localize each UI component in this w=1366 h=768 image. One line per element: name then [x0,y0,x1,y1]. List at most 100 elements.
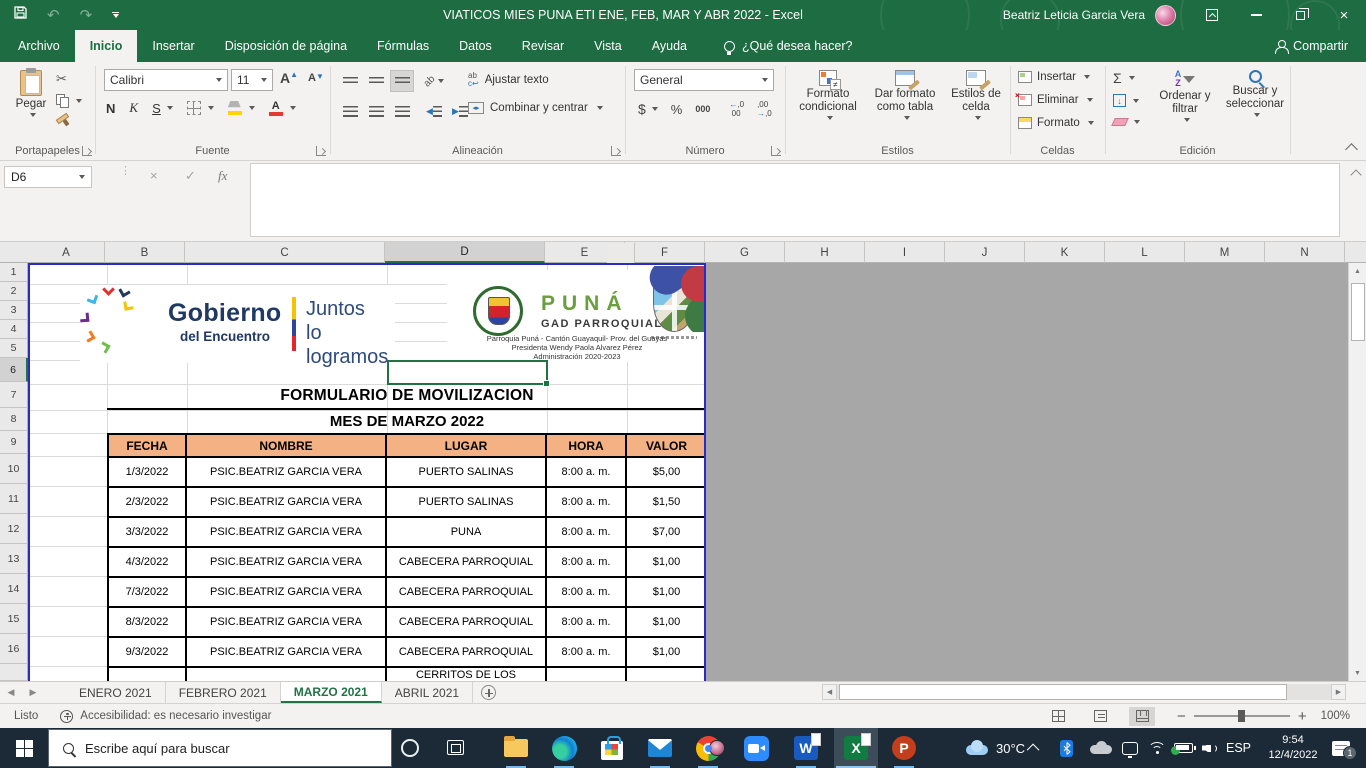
customize-qat-icon[interactable] [112,12,119,18]
horizontal-scroll-thumb[interactable] [839,684,1287,700]
comma-style-button[interactable]: 000 [695,104,710,114]
collapse-ribbon-icon[interactable] [1345,143,1358,156]
align-middle-button[interactable] [364,70,388,92]
taskbar-excel-active[interactable]: X [834,728,878,768]
font-size-combo[interactable]: 11 [231,69,273,91]
orientation-button[interactable]: ab [422,70,446,92]
tray-battery[interactable] [1174,728,1193,768]
account-name[interactable]: Beatriz Leticia Garcia Vera [1003,8,1145,22]
align-bottom-button[interactable] [390,70,414,92]
active-cell-d6[interactable] [387,360,548,385]
new-sheet-button[interactable] [473,682,503,703]
tab-inicio[interactable]: Inicio [75,30,138,62]
tray-clock[interactable]: 9:54 12/4/2022 [1262,728,1324,768]
tray-language[interactable]: ESP [1226,728,1251,768]
taskbar-search[interactable]: Escribe aquí para buscar [48,729,392,767]
fill-color-button[interactable] [228,101,255,115]
tab-archivo[interactable]: Archivo [0,30,75,62]
horizontal-scrollbar[interactable]: ◀ ▶ [822,684,1346,700]
vertical-scroll-thumb[interactable] [1351,283,1365,341]
taskbar-mail[interactable] [638,728,682,768]
save-icon[interactable] [14,6,27,24]
taskbar-zoom-app[interactable] [734,728,778,768]
sheet-tab-abril[interactable]: ABRIL 2021 [382,682,473,703]
taskbar-store[interactable] [590,728,634,768]
increase-decimal-button[interactable]: ←,0 00 [729,100,744,118]
vertical-scrollbar[interactable]: ▲ ▼ [1348,263,1366,681]
align-top-button[interactable] [338,70,362,92]
taskbar-file-explorer[interactable] [494,728,538,768]
percent-button[interactable]: % [671,102,683,117]
merge-center-button[interactable]: ◂▸ Combinar y centrar [468,102,603,114]
form-title[interactable]: FORMULARIO DE MOVILIZACION [107,384,706,410]
zoom-out-button[interactable]: − [1177,708,1186,725]
row-header[interactable]: 13 [0,544,28,574]
task-view-button[interactable] [447,740,464,755]
print-area-sheet[interactable]: Gobierno del Encuentro Juntoslo logramos… [28,263,706,681]
header-nombre[interactable]: NOMBRE [187,435,387,456]
format-as-table-button[interactable]: Dar formato como tabla [868,70,942,120]
prev-sheet-arrow[interactable]: ◀ [0,682,22,703]
row-header[interactable]: 16 [0,634,28,664]
scroll-left-arrow[interactable]: ◀ [822,684,837,700]
paste-button[interactable]: Pegar [8,70,54,117]
sheet-tab-enero[interactable]: ENERO 2021 [66,682,166,703]
insert-cells-button[interactable]: Insertar [1018,71,1090,83]
tell-me-search[interactable]: ¿Qué desea hacer? [724,30,853,62]
tray-onedrive[interactable] [1090,728,1112,768]
tab-insertar[interactable]: Insertar [137,30,209,62]
close-button[interactable]: × [1322,0,1366,30]
tab-ayuda[interactable]: Ayuda [637,30,702,62]
alignment-dialog-launcher[interactable] [611,146,621,156]
font-color-button[interactable]: A [269,101,296,116]
sheet-tab-febrero[interactable]: FEBRERO 2021 [166,682,281,703]
page-layout-view-button[interactable] [1087,707,1113,726]
underline-dropdown[interactable] [167,106,173,110]
row-header-partial[interactable] [0,664,28,681]
row-header[interactable]: 3 [0,301,28,320]
align-center-button[interactable] [364,100,388,122]
header-fecha[interactable]: FECHA [109,435,187,456]
row-header[interactable]: 4 [0,320,28,339]
tab-vista[interactable]: Vista [579,30,637,62]
align-left-button[interactable] [338,100,362,122]
formula-input[interactable] [250,163,1340,237]
zoom-level[interactable]: 100% [1321,710,1350,722]
tray-bluetooth[interactable] [1060,728,1073,768]
page-break-preview-button[interactable] [1129,707,1155,726]
minimize-button[interactable] [1234,0,1278,30]
tray-phone-link[interactable] [1122,728,1138,768]
grow-font-button[interactable]: A▲ [280,70,298,86]
tab-formulas[interactable]: Fórmulas [362,30,444,62]
row-header[interactable]: 15 [0,604,28,634]
taskbar-chrome[interactable] [686,728,730,768]
start-button[interactable] [0,728,48,768]
currency-button[interactable]: $ [638,101,658,117]
zoom-slider-thumb[interactable] [1238,710,1245,722]
cortana-button[interactable] [401,739,419,757]
cancel-entry-icon[interactable]: × [150,168,158,183]
undo-icon[interactable]: ↶ [47,8,60,23]
format-painter-button[interactable] [56,116,69,121]
confirm-entry-icon[interactable]: ✓ [185,168,196,184]
font-dialog-launcher[interactable] [316,146,326,156]
column-header[interactable]: K [1025,242,1105,263]
zoom-in-button[interactable]: + [1298,708,1307,725]
tab-disposicion[interactable]: Disposición de página [210,30,362,62]
number-dialog-launcher[interactable] [771,146,781,156]
form-subtitle[interactable]: MES DE MARZO 2022 [107,410,706,433]
number-format-combo[interactable]: General [634,69,774,91]
header-hora[interactable]: HORA [547,435,627,456]
column-header[interactable]: H [785,242,865,263]
taskbar-edge[interactable] [542,728,586,768]
redo-icon[interactable]: ↷ [80,8,93,23]
italic-button[interactable]: K [129,100,138,116]
align-right-button[interactable] [390,100,414,122]
tray-network[interactable] [1148,728,1166,768]
font-name-combo[interactable]: Calibri [104,69,228,91]
wrap-text-button[interactable]: abc↩ Ajustar texto [468,72,549,88]
column-header[interactable]: I [865,242,945,263]
delete-cells-button[interactable]: × Eliminar [1018,94,1093,106]
ribbon-display-options-button[interactable] [1190,0,1234,30]
row-header[interactable]: 12 [0,514,28,544]
